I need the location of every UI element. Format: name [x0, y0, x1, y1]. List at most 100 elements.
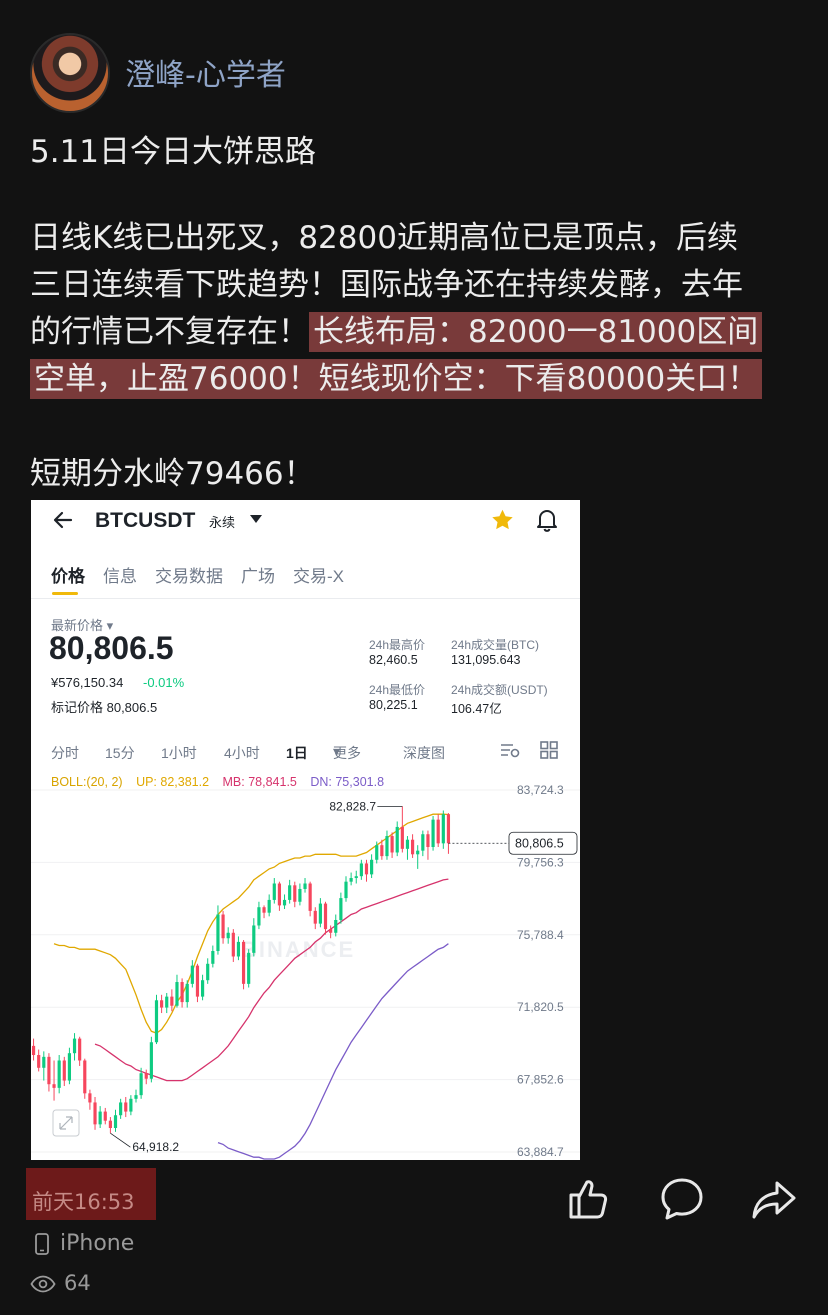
candle — [103, 1111, 107, 1121]
candle — [226, 932, 230, 939]
interval-1: 分时 — [51, 745, 79, 761]
current-price-label: 80,806.5 — [515, 837, 564, 851]
candle — [410, 839, 415, 855]
max-label: 82,828.7 — [329, 799, 376, 813]
pair-name: BTCUSDT — [95, 509, 196, 532]
stat-vol-btc-label: 24h成交量(BTC) — [451, 638, 540, 652]
candle — [149, 1042, 153, 1079]
tab-info: 信息 — [103, 567, 137, 586]
candle — [52, 1084, 56, 1088]
candle — [364, 863, 369, 875]
interval-15m: 15分 — [105, 745, 135, 761]
candle — [380, 845, 384, 857]
candle — [329, 929, 333, 933]
candle — [113, 1115, 118, 1129]
candle — [288, 885, 292, 900]
stat-low-label: 24h最低价 — [369, 683, 426, 697]
candle — [180, 982, 184, 1003]
candle — [416, 850, 420, 855]
candle — [108, 1120, 112, 1129]
highlighted-text: 空单，止盈76000！短线现价空：下看80000关口！ — [30, 359, 763, 399]
candle — [441, 814, 445, 844]
candle — [359, 863, 363, 877]
candle — [272, 883, 276, 900]
candle — [257, 907, 261, 926]
candle — [78, 1038, 82, 1061]
candle — [165, 996, 169, 1008]
embedded-screenshot[interactable]: BTCUSDT 永续 价格 信息 交易数据 广场 交易-X 最新价格 ▾ 80,… — [31, 500, 580, 1160]
candle — [339, 898, 343, 920]
boll-up-line — [53, 813, 449, 1034]
stat-vol-usdt-label: 24h成交额(USDT) — [451, 683, 548, 697]
candle — [252, 925, 256, 953]
eye-icon — [30, 1275, 56, 1293]
username[interactable]: 澄峰-心学者 — [125, 50, 286, 94]
candle — [308, 883, 312, 911]
post-line: 的行情已不复存在！ 长线布局：82000一81000区间 — [30, 309, 800, 356]
candle — [160, 1000, 164, 1008]
candle — [31, 1045, 36, 1056]
divider — [31, 598, 580, 599]
view-count: 64 — [64, 1271, 91, 1295]
candle — [344, 881, 348, 899]
candle — [129, 1098, 133, 1112]
candle — [211, 951, 215, 964]
post-line: 三日连续看下跌趋势！国际战争还在持续发酵，去年 — [30, 267, 743, 303]
candle — [170, 996, 174, 1006]
post-text: 的行情已不复存在！ — [30, 314, 309, 350]
candle — [354, 876, 358, 879]
candle — [334, 919, 338, 933]
comment-icon[interactable] — [658, 1175, 706, 1223]
y-tick-label: 63,884.7 — [517, 1145, 564, 1159]
phone-icon — [35, 1233, 49, 1255]
interval-1d: 1日 — [286, 745, 308, 761]
tab-price: 价格 — [51, 567, 85, 586]
candle — [185, 983, 189, 1003]
candle — [370, 859, 374, 875]
post-title: 5.11日今日大饼思路 — [30, 134, 317, 170]
candle — [190, 965, 194, 984]
candle — [323, 903, 328, 930]
candle — [134, 1095, 138, 1099]
candle — [200, 980, 205, 997]
share-icon[interactable] — [750, 1175, 798, 1223]
candle — [262, 907, 266, 913]
y-tick-label: 67,852.6 — [517, 1073, 564, 1087]
depth-chart-tab: 深度图 — [403, 745, 445, 761]
tab-trading-data: 交易数据 — [155, 567, 223, 586]
candle — [247, 952, 251, 984]
candle — [282, 899, 287, 906]
like-icon[interactable] — [565, 1175, 613, 1223]
interval-more: 更多 ▾ — [333, 743, 361, 761]
candlestick-chart[interactable]: 83,724.3 79,756.3 75,788.4 71,820.5 67,852.6… — [31, 782, 580, 1160]
y-tick-label: 79,756.3 — [517, 855, 564, 869]
candle — [436, 819, 440, 844]
candle — [298, 888, 302, 902]
candle — [446, 814, 451, 844]
star-icon — [492, 509, 513, 530]
candle — [390, 836, 394, 853]
boll-dn-line — [217, 943, 449, 1160]
candle — [241, 941, 246, 984]
stat-high: 82,460.5 — [369, 653, 418, 667]
avatar[interactable] — [30, 33, 110, 113]
candle — [47, 1056, 51, 1085]
highlighted-text: 长线布局：82000一81000区间 — [309, 312, 763, 352]
candle — [154, 1000, 159, 1043]
stat-vol-usdt: 106.47亿 — [451, 702, 502, 716]
candle — [395, 826, 399, 853]
post-line: 空单，止盈76000！短线现价空：下看80000关口！ — [30, 356, 800, 403]
caret-down-icon — [250, 515, 262, 523]
candle — [83, 1060, 87, 1094]
candle — [62, 1060, 66, 1081]
candle — [124, 1102, 128, 1112]
candle — [37, 1055, 41, 1068]
boll-mid-line — [94, 878, 449, 1082]
cny-price: ¥576,150.34 — [51, 675, 124, 690]
candle — [72, 1038, 77, 1054]
candle — [42, 1056, 46, 1068]
candle — [293, 885, 297, 902]
candle — [144, 1073, 148, 1079]
candle — [405, 839, 410, 849]
candle — [231, 932, 235, 957]
